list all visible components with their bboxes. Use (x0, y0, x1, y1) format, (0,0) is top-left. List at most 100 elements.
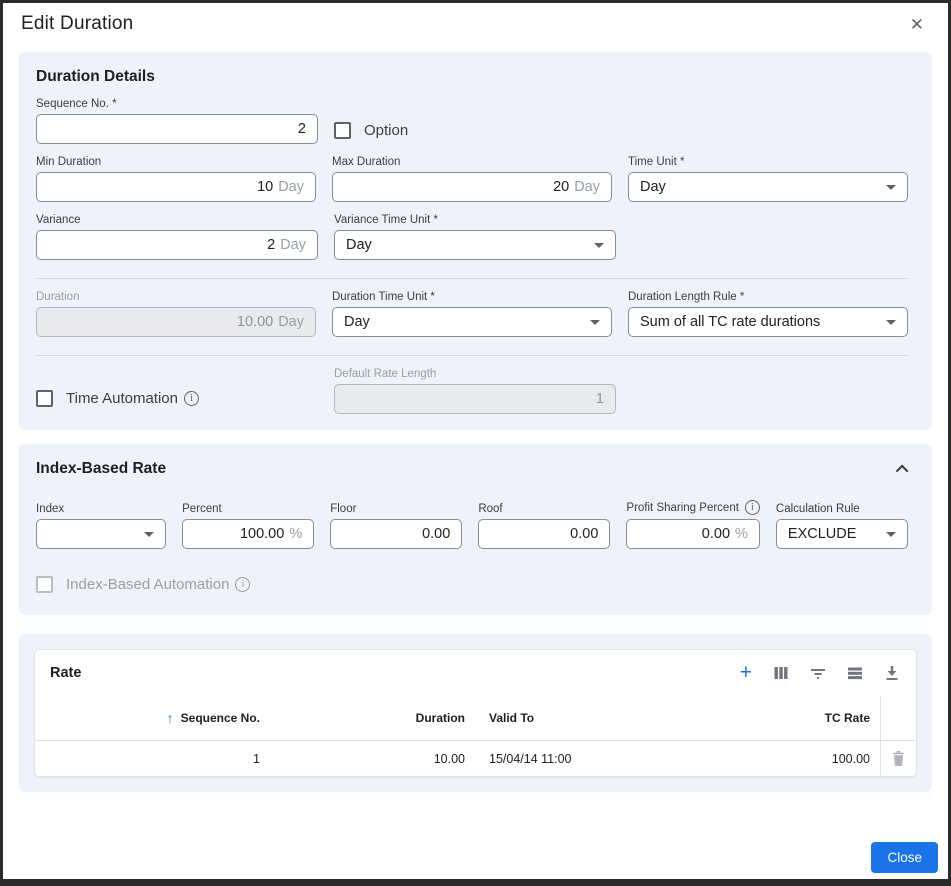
info-icon[interactable]: i (745, 500, 760, 515)
cell-tc-rate: 100.00 (690, 741, 880, 776)
col-header-tc-rate-text: TC Rate (825, 711, 870, 725)
variance-input[interactable]: 2 Day (36, 230, 318, 260)
variance-value: 2 (267, 237, 275, 253)
col-header-actions (880, 696, 916, 740)
close-icon[interactable]: ✕ (904, 14, 930, 35)
time-automation-checkbox[interactable]: Time Automation (36, 390, 178, 407)
field-calculation-rule: Calculation Rule EXCLUDE (776, 503, 908, 549)
calculation-rule-label: Calculation Rule (776, 503, 908, 515)
variance-time-unit-value: Day (346, 237, 372, 253)
time-unit-select[interactable]: Day (628, 172, 908, 202)
dialog-title: Edit Duration (21, 13, 133, 35)
cell-duration: 10.00 (270, 741, 475, 776)
min-duration-suffix: Day (278, 179, 304, 195)
profit-sharing-percent-value: 0.00 (702, 526, 730, 542)
duration-time-unit-label: Duration Time Unit * (332, 291, 612, 303)
sequence-no-input[interactable]: 2 (36, 114, 318, 144)
index-based-rate-panel: Index-Based Rate Index Percent 100.00 % … (19, 444, 932, 615)
duration-details-title: Duration Details (36, 68, 908, 86)
variance-time-unit-label: Variance Time Unit * (334, 214, 616, 226)
floor-input[interactable]: 0.00 (330, 519, 462, 549)
duration-label: Duration (36, 291, 316, 303)
section-divider (36, 355, 908, 356)
checkbox-icon (36, 576, 53, 593)
index-select[interactable] (36, 519, 166, 549)
variance-time-unit-select[interactable]: Day (334, 230, 616, 260)
field-roof: Roof 0.00 (478, 503, 610, 549)
col-header-sequence-no[interactable]: ↑ Sequence No. (35, 696, 270, 740)
field-duration-length-rule: Duration Length Rule * Sum of all TC rat… (628, 291, 908, 337)
info-icon[interactable]: i (184, 391, 199, 406)
sequence-no-value: 2 (298, 121, 306, 137)
time-unit-label: Time Unit * (628, 156, 908, 168)
sort-ascending-icon[interactable]: ↑ (167, 710, 174, 726)
variance-suffix: Day (280, 237, 306, 253)
close-button[interactable]: Close (871, 842, 938, 873)
index-based-rate-header: Index-Based Rate (36, 460, 908, 478)
delete-row-button[interactable] (880, 741, 916, 776)
row-min-max-unit: Min Duration 10 Day Max Duration 20 Day … (36, 156, 908, 202)
duration-length-rule-select[interactable]: Sum of all TC rate durations (628, 307, 908, 337)
option-checkbox[interactable]: Option (334, 122, 408, 139)
max-duration-input[interactable]: 20 Day (332, 172, 612, 202)
columns-icon[interactable] (773, 664, 789, 682)
sequence-no-label: Sequence No. * (36, 98, 318, 110)
profit-sharing-percent-suffix: % (735, 526, 748, 542)
min-duration-label: Min Duration (36, 156, 316, 168)
roof-value: 0.00 (570, 526, 598, 542)
field-profit-sharing-percent: Profit Sharing Percent i 0.00 % (626, 500, 760, 549)
info-glyph: i (242, 579, 245, 590)
row-variance: Variance 2 Day Variance Time Unit * Day (36, 214, 908, 260)
percent-input[interactable]: 100.00 % (182, 519, 314, 549)
time-automation-label: Time Automation (66, 390, 178, 407)
index-based-automation-checkbox: Index-Based Automation (36, 576, 229, 593)
field-default-rate-length: Default Rate Length 1 (334, 368, 616, 414)
min-duration-value: 10 (257, 179, 273, 195)
duration-length-rule-label: Duration Length Rule * (628, 291, 908, 303)
chevron-down-icon (886, 532, 896, 537)
col-header-duration[interactable]: Duration (270, 696, 475, 740)
max-duration-value: 20 (553, 179, 569, 195)
min-duration-input[interactable]: 10 Day (36, 172, 316, 202)
index-based-automation-label: Index-Based Automation (66, 576, 229, 593)
max-duration-label: Max Duration (332, 156, 612, 168)
field-time-unit: Time Unit * Day (628, 156, 908, 202)
chevron-up-icon[interactable] (896, 464, 909, 477)
table-row[interactable]: 1 10.00 15/04/14 11:00 100.00 (35, 741, 916, 776)
duration-suffix: Day (278, 314, 304, 330)
duration-details-panel: Duration Details Sequence No. * 2 Option… (19, 52, 932, 430)
dialog-footer: Close (871, 842, 938, 873)
chevron-down-icon (886, 185, 896, 190)
dialog-header: Edit Duration ✕ (3, 3, 948, 39)
profit-sharing-percent-input[interactable]: 0.00 % (626, 519, 760, 549)
info-icon[interactable]: i (235, 577, 250, 592)
roof-label: Roof (478, 503, 610, 515)
calculation-rule-select[interactable]: EXCLUDE (776, 519, 908, 549)
density-icon[interactable] (847, 664, 863, 682)
percent-label: Percent (182, 503, 314, 515)
rate-table-header: ↑ Sequence No. Duration Valid To TC Rate (35, 696, 916, 741)
chevron-down-icon (594, 243, 604, 248)
col-header-valid-to[interactable]: Valid To (475, 696, 690, 740)
export-download-icon[interactable] (884, 664, 900, 682)
chevron-down-icon (590, 320, 600, 325)
field-variance-time-unit: Variance Time Unit * Day (334, 214, 616, 260)
info-glyph: i (190, 393, 193, 404)
cell-valid-to: 15/04/14 11:00 (475, 741, 690, 776)
roof-input[interactable]: 0.00 (478, 519, 610, 549)
floor-label: Floor (330, 503, 462, 515)
col-header-tc-rate[interactable]: TC Rate (690, 696, 880, 740)
field-percent: Percent 100.00 % (182, 503, 314, 549)
option-label: Option (364, 122, 408, 139)
add-row-icon[interactable]: + (740, 664, 752, 682)
profit-sharing-percent-label-text: Profit Sharing Percent (626, 502, 739, 514)
row-automation: Time Automation i Default Rate Length 1 (36, 368, 908, 414)
duration-value: 10.00 (237, 314, 273, 330)
duration-time-unit-select[interactable]: Day (332, 307, 612, 337)
index-based-rate-title: Index-Based Rate (36, 460, 166, 478)
cell-sequence-no: 1 (35, 741, 270, 776)
time-automation-group: Time Automation i (36, 390, 318, 414)
default-rate-length-value: 1 (596, 391, 604, 407)
filter-icon[interactable] (810, 664, 826, 682)
row-index-rate: Index Percent 100.00 % Floor 0.00 (36, 500, 908, 549)
